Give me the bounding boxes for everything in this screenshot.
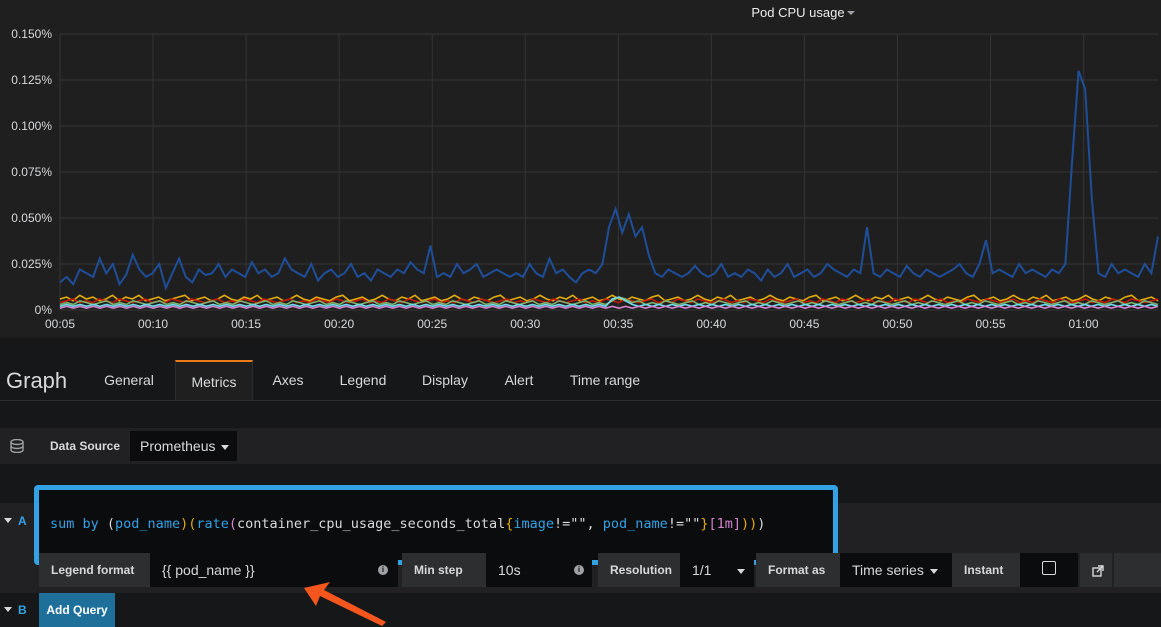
tab-alert[interactable]: Alert <box>490 360 548 400</box>
caret-down-icon <box>737 568 746 574</box>
series-lines <box>59 70 1159 310</box>
x-tick-label: 00:15 <box>231 317 261 331</box>
query-token: !="" <box>667 516 701 532</box>
query-ref-a: A <box>18 514 27 528</box>
database-icon <box>10 439 24 453</box>
datasource-row: Data Source Prometheus <box>0 428 1161 464</box>
share-icon <box>1092 565 1104 577</box>
collapse-caret-icon[interactable] <box>4 606 14 614</box>
x-tick-label: 00:40 <box>696 317 726 331</box>
legend-format-label: Legend format <box>39 553 152 587</box>
y-tick-label: 0.125% <box>11 73 52 87</box>
x-tick-label: 01:00 <box>1069 317 1099 331</box>
query-token: ( <box>228 516 237 532</box>
query-expression[interactable]: sum by (pod_name)(rate(container_cpu_usa… <box>50 516 765 532</box>
format-as-select[interactable]: Time series <box>840 553 952 587</box>
resolution-label: Resolution <box>598 553 682 587</box>
x-tick-label: 00:20 <box>324 317 354 331</box>
chevron-down-icon[interactable] <box>847 11 855 15</box>
resolution-select[interactable]: 1/1 <box>680 553 754 587</box>
graph-panel: 0% 0.025% 0.050% 0.075% 0.100% 0.125% 0.150% 0… <box>0 0 1161 338</box>
query-token: !="", <box>554 516 603 532</box>
query-token: [ <box>708 516 717 532</box>
y-tick-label: 0.025% <box>11 257 52 271</box>
y-tick-label: 0% <box>35 303 53 317</box>
query-token: pod_name <box>115 516 181 532</box>
y-tick-label: 0.100% <box>11 119 52 133</box>
datasource-value: Prometheus <box>140 438 216 454</box>
query-token: sum by <box>50 516 107 532</box>
query-token: ( <box>106 516 116 532</box>
tab-legend[interactable]: Legend <box>326 360 400 400</box>
format-as-value: Time series <box>852 562 924 578</box>
instant-label: Instant <box>952 553 1020 587</box>
query-token: rate <box>196 516 229 532</box>
datasource-label: Data Source <box>50 439 121 453</box>
instant-checkbox-cell <box>1020 553 1078 587</box>
x-tick-label: 00:35 <box>603 317 633 331</box>
chart-title[interactable]: Pod CPU usage <box>751 5 844 20</box>
series-line <box>59 305 1159 310</box>
pod-cpu-usage-chart: 0% 0.025% 0.050% 0.075% 0.100% 0.125% 0.150% 0… <box>11 5 1159 331</box>
collapse-caret-icon[interactable] <box>4 517 14 525</box>
x-tick-label: 00:25 <box>417 317 447 331</box>
query-token: ) <box>757 516 766 532</box>
tab-time-range[interactable]: Time range <box>560 360 650 400</box>
share-button[interactable] <box>1080 553 1112 587</box>
panel-type-title: Graph <box>6 368 68 393</box>
info-icon[interactable]: i <box>378 565 388 575</box>
query-token: container_cpu_usage_seconds_total <box>237 516 506 532</box>
caret-down-icon <box>221 444 230 450</box>
caret-down-icon <box>929 568 938 574</box>
min-step-label: Min step <box>402 553 488 587</box>
y-axis: 0% 0.025% 0.050% 0.075% 0.100% 0.125% 0.150% <box>11 27 52 317</box>
datasource-select[interactable]: Prometheus <box>130 431 237 461</box>
tab-axes[interactable]: Axes <box>262 360 314 400</box>
series-line <box>59 70 1159 291</box>
resolution-value: 1/1 <box>692 562 712 578</box>
tab-general[interactable]: General <box>92 360 166 400</box>
query-token: )) <box>741 516 758 532</box>
chart-grid <box>59 33 1158 311</box>
add-query-button[interactable]: Add Query <box>39 593 115 627</box>
query-ref-b: B <box>18 603 27 617</box>
x-tick-label: 00:30 <box>510 317 540 331</box>
x-tick-label: 00:05 <box>45 317 75 331</box>
y-tick-label: 0.050% <box>11 211 52 225</box>
x-tick-label: 00:45 <box>789 317 819 331</box>
x-tick-label: 00:50 <box>882 317 912 331</box>
x-tick-label: 00:55 <box>975 317 1005 331</box>
instant-checkbox[interactable] <box>1042 561 1056 575</box>
legend-format-value: {{ pod_name }} <box>162 562 255 578</box>
tab-display[interactable]: Display <box>411 360 479 400</box>
y-tick-label: 0.075% <box>11 165 52 179</box>
query-token: image <box>513 516 554 532</box>
x-tick-label: 00:10 <box>138 317 168 331</box>
y-tick-label: 0.150% <box>11 27 52 41</box>
x-axis: 00:05 00:10 00:15 00:20 00:25 00:30 00:35 00:40… <box>45 317 1099 331</box>
annotation-arrow-icon <box>304 582 386 626</box>
query-token: pod_name <box>602 516 668 532</box>
query-token: ] <box>732 516 742 532</box>
info-icon[interactable]: i <box>574 565 584 575</box>
query-token: )( <box>180 516 197 532</box>
format-as-label: Format as <box>756 553 842 587</box>
tab-metrics[interactable]: Metrics <box>175 360 253 400</box>
options-filler <box>1114 553 1161 587</box>
min-step-value: 10s <box>498 562 521 578</box>
query-token: 1m <box>716 516 733 532</box>
